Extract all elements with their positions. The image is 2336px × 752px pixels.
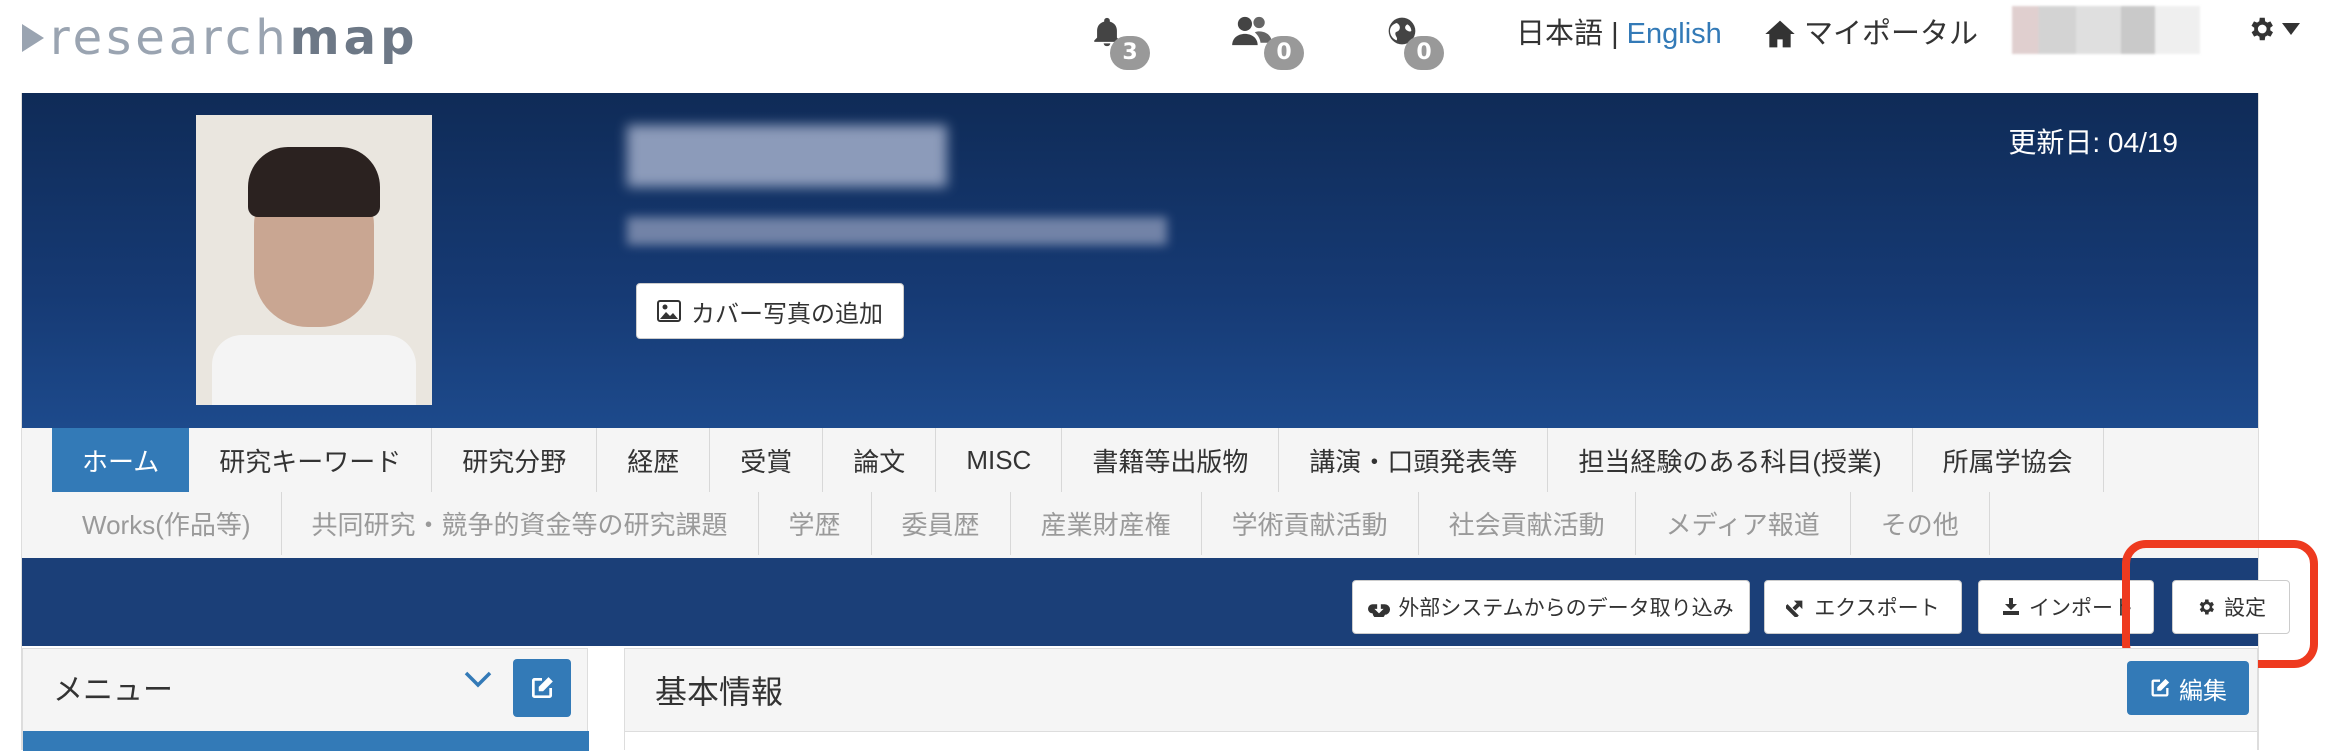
friends-badge: 0 — [1264, 36, 1304, 70]
updated-date: 更新日: 04/19 — [2008, 127, 2178, 158]
profile-tabs: ホーム 研究キーワード 研究分野 経歴 受賞 論文 MISC 書籍等出版物 講演・口頭発表等 担当… — [22, 428, 2258, 558]
add-cover-photo-label: カバー写真の追加 — [691, 300, 883, 328]
menu-panel: メニュー — [22, 648, 589, 751]
my-portal-label: マイポータル — [1804, 18, 1979, 50]
tab-row1-4[interactable]: 受賞 — [710, 428, 824, 492]
notifications-button[interactable]: 3 — [1090, 14, 1150, 70]
profile-name-blurred — [627, 125, 947, 187]
action-bar: 外部システムからのデータ取り込み エクスポート インポート 設定 — [22, 558, 2290, 646]
chevron-down-icon — [464, 671, 492, 688]
tab-row2-0[interactable]: Works(作品等) — [52, 492, 282, 555]
import-external-label: 外部システムからのデータ取り込み — [1398, 597, 1734, 620]
import-external-button[interactable]: 外部システムからのデータ取り込み — [1352, 580, 1750, 634]
profile-banner: カバー写真の追加 更新日: 04/19 — [22, 93, 2258, 428]
menu-active-item[interactable] — [23, 731, 589, 751]
profile-affiliation-blurred — [627, 217, 1167, 245]
export-button[interactable]: エクスポート — [1764, 580, 1962, 634]
caret-down-icon — [2282, 23, 2300, 35]
menu-title: メニュー — [53, 674, 173, 707]
tab-row1-10[interactable]: 所属学協会 — [1913, 428, 2104, 492]
basic-info-panel: 基本情報 編集 — [624, 648, 2258, 752]
global-button[interactable]: 0 — [1386, 14, 1446, 70]
top-navbar: researchmap 3 0 0 日本語 | English マイポータル — [0, 0, 2336, 92]
tab-row2-6[interactable]: 社会貢献活動 — [1419, 492, 1636, 555]
tabs-row-2: Works(作品等) 共同研究・競争的資金等の研究課題 学歴 委員歴 産業財産権 学術貢献… — [52, 492, 1990, 555]
import-label: インポート — [2029, 597, 2134, 620]
tab-row1-2[interactable]: 研究分野 — [432, 428, 598, 492]
researchmap-logo[interactable]: researchmap — [22, 14, 418, 62]
tab-row1-9[interactable]: 担当経験のある科目(授業) — [1548, 428, 1913, 492]
import-icon — [2003, 598, 2019, 615]
tab-row1-7[interactable]: 書籍等出版物 — [1062, 428, 1280, 492]
tab-row1-0[interactable]: ホーム — [52, 428, 190, 492]
basic-info-edit-label: 編集 — [2179, 677, 2227, 705]
menu-collapse-toggle[interactable] — [463, 669, 493, 693]
export-label: エクスポート — [1814, 597, 1940, 620]
tab-row1-3[interactable]: 経歴 — [597, 428, 711, 492]
notifications-badge: 3 — [1110, 36, 1150, 70]
tab-row1-5[interactable]: 論文 — [823, 428, 937, 492]
lang-separator: | — [1603, 18, 1627, 50]
settings-menu-button[interactable] — [2246, 14, 2300, 44]
basic-info-body — [625, 731, 2257, 752]
gear-icon — [2251, 17, 2273, 41]
user-name-blurred[interactable] — [2012, 6, 2200, 54]
menu-edit-button[interactable] — [513, 659, 571, 717]
edit-icon — [531, 677, 553, 699]
tab-row2-1[interactable]: 共同研究・競争的資金等の研究課題 — [282, 492, 759, 555]
tab-row1-1[interactable]: 研究キーワード — [189, 428, 433, 492]
tab-row1-6[interactable]: MISC — [936, 428, 1063, 492]
profile-photo — [196, 115, 432, 405]
logo-text: researchmap — [50, 10, 419, 66]
home-icon — [1765, 20, 1795, 48]
tab-row1-8[interactable]: 講演・口頭発表等 — [1279, 428, 1549, 492]
edit-icon — [2151, 678, 2170, 697]
my-portal-link[interactable]: マイポータル — [1764, 14, 1978, 54]
cloud-download-icon — [1368, 604, 1391, 617]
logo-triangle-icon — [22, 24, 44, 52]
tab-row2-3[interactable]: 委員歴 — [872, 492, 1011, 555]
tab-row2-5[interactable]: 学術貢献活動 — [1202, 492, 1419, 555]
basic-info-edit-button[interactable]: 編集 — [2127, 661, 2249, 715]
tab-row2-2[interactable]: 学歴 — [759, 492, 872, 555]
language-switcher: 日本語 | English — [1516, 14, 1722, 54]
friends-button[interactable]: 0 — [1232, 14, 1304, 70]
tab-row2-8[interactable]: その他 — [1851, 492, 1990, 555]
global-badge: 0 — [1404, 36, 1444, 70]
basic-info-title: 基本情報 — [655, 674, 784, 710]
tab-row2-4[interactable]: 産業財産権 — [1011, 492, 1202, 555]
lang-en-link[interactable]: English — [1627, 18, 1722, 50]
export-icon — [1786, 600, 1803, 617]
tabs-row-1: ホーム 研究キーワード 研究分野 経歴 受賞 論文 MISC 書籍等出版物 講演・口頭発表等 担当… — [52, 428, 2104, 492]
tab-row2-7[interactable]: メディア報道 — [1636, 492, 1851, 555]
lang-ja-link[interactable]: 日本語 — [1516, 18, 1603, 50]
add-cover-photo-button[interactable]: カバー写真の追加 — [636, 283, 904, 339]
image-icon — [657, 300, 681, 322]
